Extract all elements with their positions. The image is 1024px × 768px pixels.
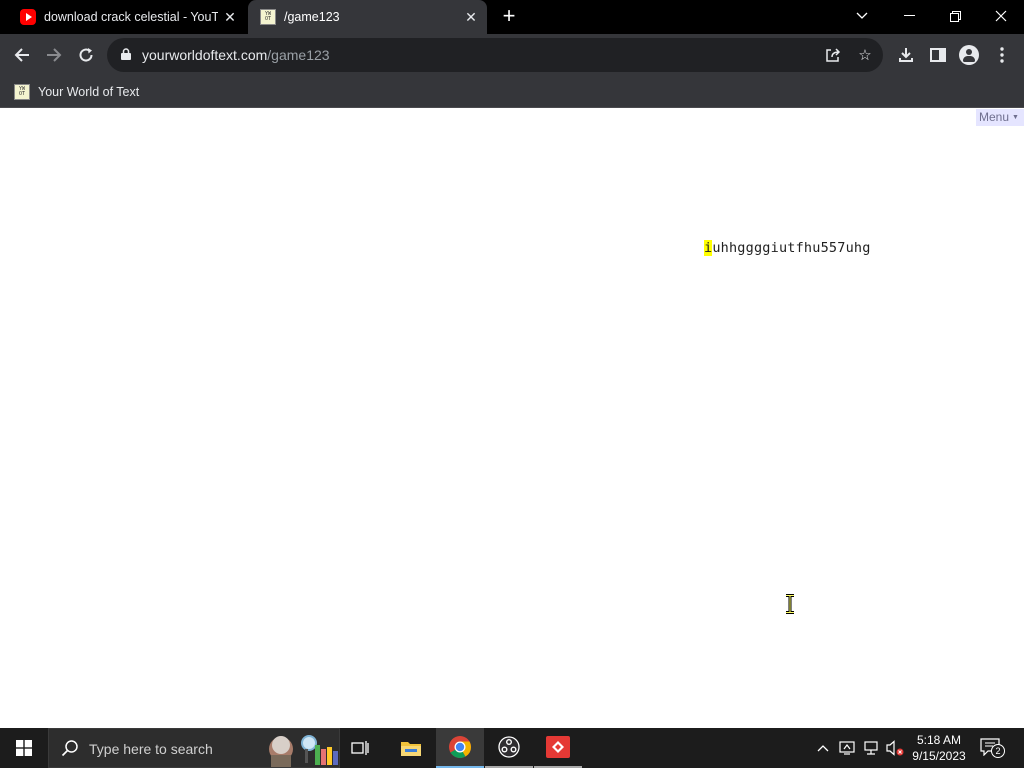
world-text-line[interactable]: iuhhggggiutfhu557uhg [704,240,871,256]
notification-center-button[interactable]: 2 [980,738,1005,758]
tab-search-icon[interactable] [839,0,885,32]
bookmark-your-world-of-text[interactable]: YW OT Your World of Text [14,82,139,102]
ywot-icon: YW OT [14,84,30,100]
file-explorer-button[interactable] [387,728,435,768]
folder-icon [401,742,421,756]
clock-time: 5:18 AM [916,733,962,747]
bookmark-label: Your World of Text [38,85,140,99]
more-menu-icon[interactable] [989,42,1015,68]
network-icon[interactable] [860,728,882,768]
bookmarks-bar: YW OT Your World of Text [0,76,1024,108]
ibeam-cursor-icon [786,594,794,614]
close-window-button[interactable] [978,0,1024,32]
url-text[interactable]: yourworldoftext.com/game123 [142,47,330,63]
volume-muted-icon[interactable] [884,728,906,768]
chrome-icon [449,736,471,758]
tab-close-icon[interactable]: ✕ [218,9,242,26]
notification-count-badge: 2 [991,744,1005,758]
restore-button[interactable] [932,0,978,32]
chrome-taskbar-button[interactable] [436,728,484,768]
task-view-icon [351,741,369,755]
lock-icon[interactable] [121,48,131,60]
typed-text: uhhggggiutfhu557uhg [712,240,871,256]
taskbar-clock[interactable]: 5:18 AM 9/15/2023 [905,732,973,764]
menu-arrow-icon: ▼ [1012,113,1019,121]
address-bar[interactable]: yourworldoftext.com/game123 ☆ [107,38,883,72]
start-button[interactable] [0,728,48,768]
taskbar-search[interactable]: Type here to search [48,728,340,768]
youtube-icon [20,9,36,25]
profile-avatar-icon[interactable] [956,42,982,68]
clock-date: 9/15/2023 [912,749,966,763]
back-button[interactable] [8,41,36,69]
search-highlight-image [269,735,338,767]
tab-game123[interactable]: YW OT /game123 ✕ [248,0,487,34]
download-icon[interactable] [893,42,919,68]
side-panel-icon[interactable] [925,42,951,68]
windows-icon [16,740,32,756]
ywot-icon: YW OT [260,9,276,25]
minimize-button[interactable] [886,0,932,32]
red-app-icon [546,736,570,758]
new-tab-button[interactable]: + [497,5,521,29]
tab-youtube[interactable]: download crack celestial - YouTube ✕ [8,0,246,34]
tab-title: /game123 [284,10,340,24]
search-placeholder: Type here to search [89,741,213,757]
obs-taskbar-button[interactable] [485,728,533,768]
browser-toolbar: yourworldoftext.com/game123 ☆ [0,34,1024,76]
world-canvas[interactable]: Menu ▼ iuhhggggiutfhu557uhg [0,109,1024,728]
bookmark-star-icon[interactable]: ☆ [854,44,876,66]
taskbar: Type here to search 5:18 AM 9/15/2023 2 [0,728,1024,768]
forward-button[interactable] [40,41,68,69]
task-view-button[interactable] [336,728,384,768]
obs-icon [498,736,520,758]
tab-title: download crack celestial - YouTube [44,10,218,24]
app-taskbar-button[interactable] [534,728,582,768]
reload-button[interactable] [72,41,100,69]
chevron-up-icon [817,745,829,752]
search-icon [61,740,78,757]
tab-strip: download crack celestial - YouTube ✕ YWO… [0,0,1024,34]
tab-close-icon[interactable]: ✕ [459,9,483,26]
menu-button[interactable]: Menu ▼ [976,109,1024,126]
show-hidden-icons-button[interactable] [812,728,834,768]
share-icon[interactable] [822,44,844,66]
tray-app-icon[interactable] [836,728,858,768]
monitor-sync-icon [839,741,855,755]
